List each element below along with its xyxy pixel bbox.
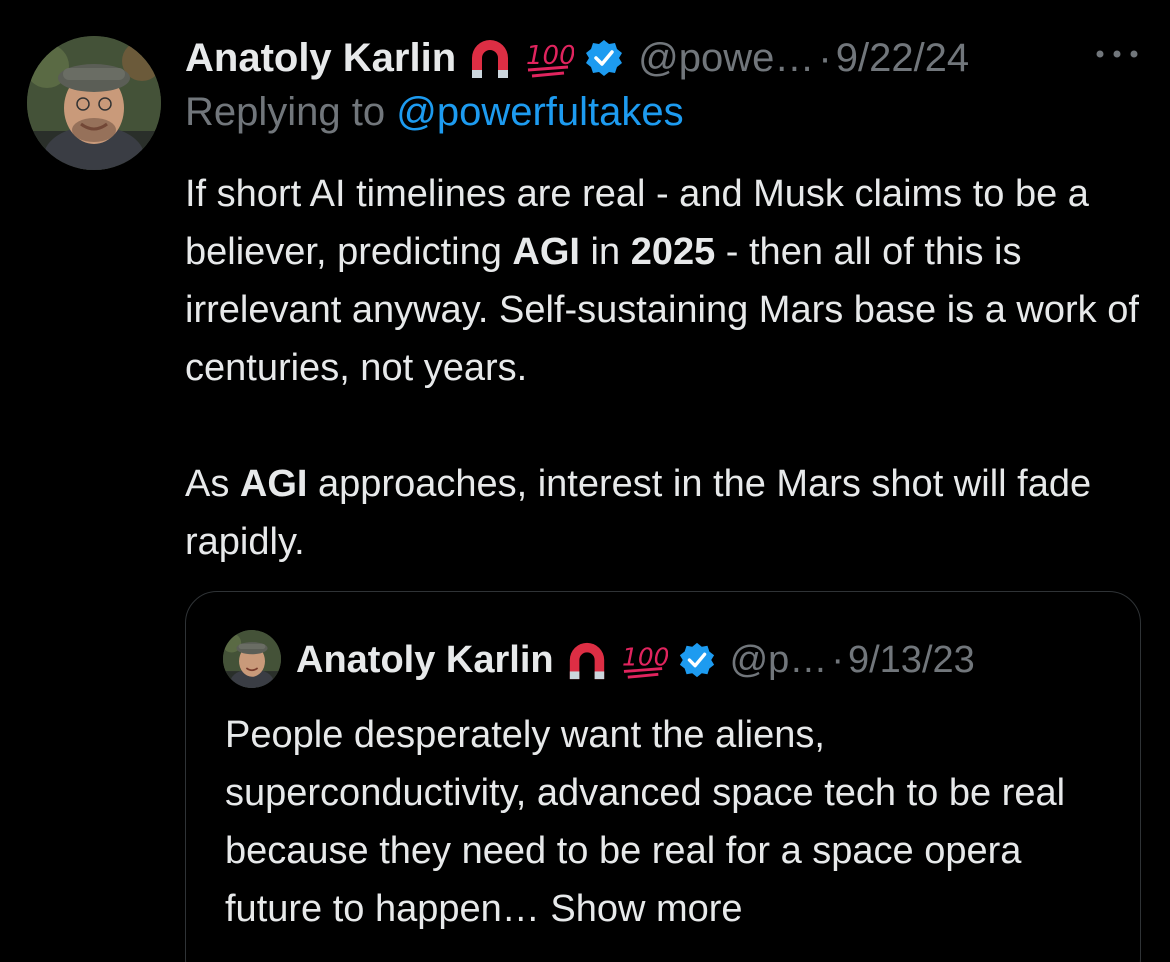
- verified-badge-icon: [678, 641, 716, 679]
- magnet-icon: [564, 639, 610, 681]
- quoted-author-name: Anatoly Karlin: [296, 638, 554, 681]
- quoted-tweet-header: Anatoly Karlin 100 @p… · 9/13/23: [296, 632, 975, 688]
- show-more-link[interactable]: Show more: [550, 888, 742, 930]
- quoted-tweet-card[interactable]: Anatoly Karlin 100 @p… · 9/13/23 People …: [185, 591, 1141, 962]
- author-name[interactable]: Anatoly Karlin: [185, 36, 456, 81]
- tweet-body: If short AI timelines are real - and Mus…: [185, 165, 1145, 571]
- reply-handle-link[interactable]: @powerfultakes: [396, 90, 683, 134]
- author-avatar[interactable]: [27, 36, 161, 170]
- separator-dot: ·: [818, 35, 832, 80]
- separator-dot: ·: [831, 638, 844, 681]
- magnet-icon: [466, 36, 514, 80]
- hundred-points-icon: 100: [620, 639, 668, 681]
- quoted-tweet-date: 9/13/23: [847, 638, 975, 681]
- tweet-paragraph-2: As AGI approaches, interest in the Mars …: [185, 455, 1145, 571]
- hundred-points-icon: 100: [524, 36, 574, 80]
- bold-segment: AGI: [239, 463, 308, 505]
- replying-to: Replying to @powerfultakes: [185, 90, 684, 135]
- author-handle[interactable]: @powe…: [638, 36, 814, 81]
- quoted-author-handle: @p…: [729, 638, 828, 681]
- tweet-date[interactable]: 9/22/24: [836, 36, 969, 81]
- quoted-author-avatar: [223, 630, 281, 688]
- bold-segment: 2025: [630, 231, 716, 273]
- tweet-header: Anatoly Karlin 100 @powe… · 9/22/24: [185, 30, 969, 86]
- quoted-tweet-text: People desperately want the aliens, supe…: [225, 706, 1105, 938]
- more-horizontal-icon[interactable]: [1094, 44, 1140, 64]
- bold-segment: AGI: [512, 231, 580, 273]
- verified-badge-icon[interactable]: [584, 38, 624, 78]
- reply-prefix: Replying to: [185, 90, 397, 134]
- text-segment: approaches, interest in the Mars shot wi…: [185, 463, 1092, 563]
- text-segment: As: [185, 463, 240, 505]
- text-segment: in: [579, 231, 631, 273]
- tweet-paragraph-1: If short AI timelines are real - and Mus…: [185, 165, 1145, 397]
